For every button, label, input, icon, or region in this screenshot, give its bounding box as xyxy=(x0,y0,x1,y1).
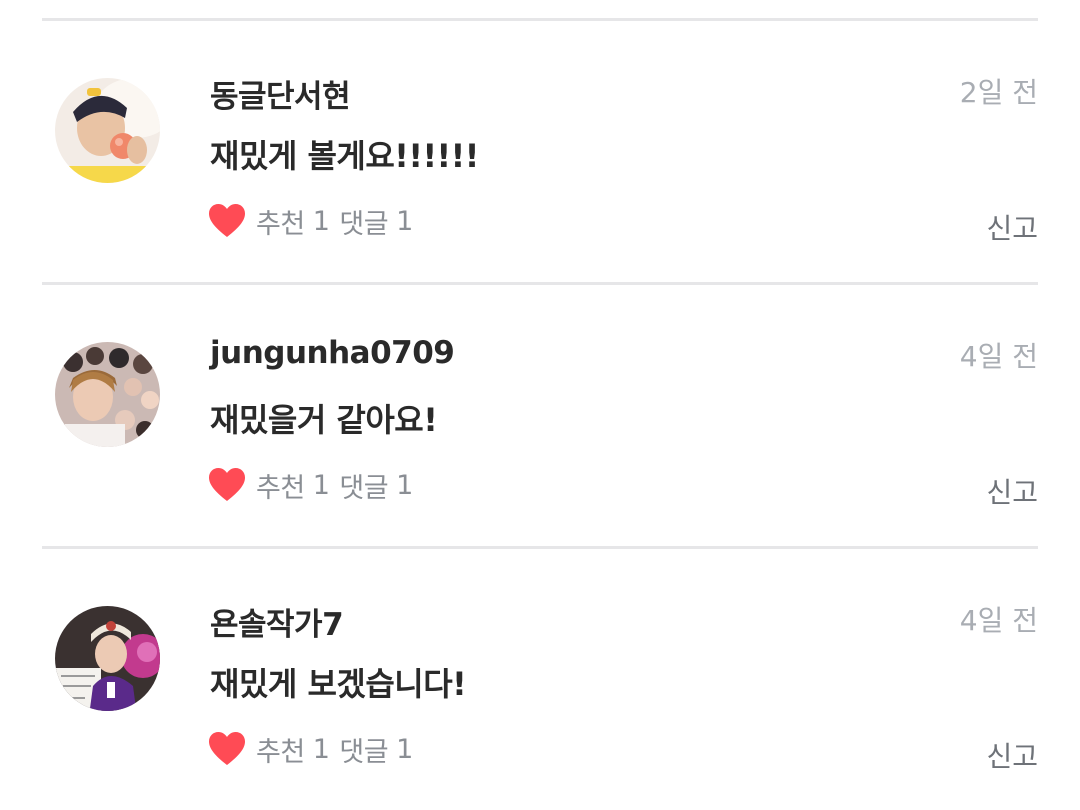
report-button[interactable]: 신고 xyxy=(986,471,1038,511)
like-stat[interactable]: 추천 1 xyxy=(256,466,330,505)
comment-time: 4일 전 xyxy=(959,604,1038,637)
heart-icon[interactable] xyxy=(208,467,246,503)
like-stat[interactable]: 추천 1 xyxy=(256,730,330,769)
comment-footer: 추천 1 댓글 1 xyxy=(208,729,413,769)
like-label: 추천 xyxy=(256,208,305,240)
comment-author[interactable]: 욘솔작가7 xyxy=(210,599,344,644)
report-button[interactable]: 신고 xyxy=(986,735,1038,775)
comment-footer: 추천 1 댓글 1 xyxy=(208,465,413,505)
like-count: 1 xyxy=(312,469,330,501)
avatar[interactable] xyxy=(55,606,160,711)
reply-stat[interactable]: 댓글 1 xyxy=(339,202,413,241)
comment-text: 재밌게 볼게요!!!!!! xyxy=(210,137,479,175)
like-count: 1 xyxy=(312,733,330,765)
like-stat[interactable]: 추천 1 xyxy=(256,202,330,241)
reply-label: 댓글 xyxy=(339,736,389,768)
comment-item: 동글단서현 2일 전 재밌게 볼게요!!!!!! 추천 1 댓글 1 신고 xyxy=(0,21,1080,283)
reply-stat[interactable]: 댓글 1 xyxy=(339,466,413,505)
comment-author[interactable]: jungunha0709 xyxy=(210,335,455,371)
comment-footer: 추천 1 댓글 1 xyxy=(208,201,413,241)
reply-count: 1 xyxy=(396,205,413,237)
heart-icon[interactable] xyxy=(208,203,246,239)
comment-item: 욘솔작가7 4일 전 재밌게 보겠습니다! 추천 1 댓글 1 신고 xyxy=(0,549,1080,810)
comment-time: 2일 전 xyxy=(959,76,1038,109)
comment-text: 재밌게 보겠습니다! xyxy=(210,665,467,703)
report-button[interactable]: 신고 xyxy=(986,207,1038,247)
reply-stat[interactable]: 댓글 1 xyxy=(339,730,413,769)
like-label: 추천 xyxy=(256,472,305,504)
avatar[interactable] xyxy=(55,78,160,183)
comment-time: 4일 전 xyxy=(959,340,1038,373)
heart-icon[interactable] xyxy=(208,731,246,767)
like-label: 추천 xyxy=(256,736,305,768)
comment-list-page: 동글단서현 2일 전 재밌게 볼게요!!!!!! 추천 1 댓글 1 신고 ju… xyxy=(0,0,1080,810)
reply-count: 1 xyxy=(396,733,413,765)
reply-label: 댓글 xyxy=(339,472,389,504)
comment-item: jungunha0709 4일 전 재밌을거 같아요! 추천 1 댓글 1 신고 xyxy=(0,285,1080,547)
reply-label: 댓글 xyxy=(339,208,389,240)
comment-text: 재밌을거 같아요! xyxy=(210,401,438,439)
comment-author[interactable]: 동글단서현 xyxy=(210,71,351,116)
reply-count: 1 xyxy=(396,469,413,501)
like-count: 1 xyxy=(312,205,330,237)
avatar[interactable] xyxy=(55,342,160,447)
